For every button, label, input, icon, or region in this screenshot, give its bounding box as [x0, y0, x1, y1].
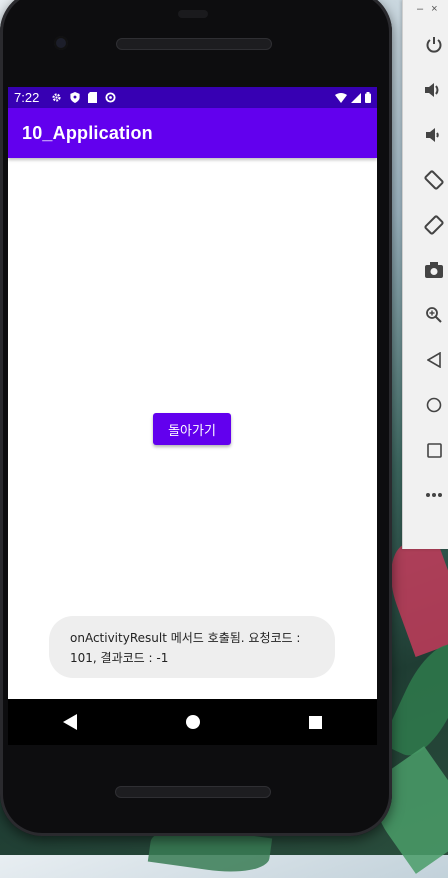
minimize-button[interactable]: – — [417, 3, 423, 15]
home-icon[interactable] — [423, 394, 445, 416]
recents-icon[interactable] — [309, 715, 323, 729]
cellular-signal-icon — [351, 92, 361, 103]
zoom-icon[interactable] — [423, 304, 445, 326]
back-icon[interactable] — [62, 714, 77, 730]
top-speaker-grille — [116, 38, 272, 50]
power-icon[interactable] — [423, 34, 445, 56]
app-title: 10_Application — [22, 122, 153, 143]
front-camera-icon — [54, 36, 68, 50]
status-time: 7:22 — [14, 90, 40, 105]
rotate-left-icon[interactable] — [423, 169, 445, 191]
shield-icon — [70, 92, 80, 103]
earpiece — [178, 10, 208, 18]
go-back-button[interactable]: 돌아가기 — [153, 413, 231, 445]
close-button[interactable]: × — [431, 3, 437, 15]
volume-up-icon[interactable] — [423, 79, 445, 101]
volume-down-icon[interactable] — [423, 124, 445, 146]
settings-icon — [52, 93, 61, 102]
device-screen: 7:22 10_Application 돌아가기 onActivityResul… — [8, 87, 377, 699]
back-icon[interactable] — [423, 349, 445, 371]
app-bar: 10_Application — [8, 108, 377, 158]
camera-icon[interactable] — [423, 259, 445, 281]
more-icon[interactable] — [423, 484, 445, 506]
battery-icon — [365, 92, 371, 103]
emulator-toolbar: – × — [402, 0, 448, 549]
overview-icon[interactable] — [423, 439, 445, 461]
data-saver-icon — [105, 92, 116, 103]
home-icon[interactable] — [185, 715, 200, 729]
status-bar: 7:22 — [8, 87, 377, 108]
toast-message: onActivityResult 메서드 호출됨. 요청코드 : 101, 결과… — [49, 616, 335, 678]
system-navigation-bar — [8, 699, 377, 745]
wifi-icon — [335, 92, 347, 103]
sd-card-icon — [88, 92, 98, 103]
rotate-right-icon[interactable] — [423, 214, 445, 236]
bottom-speaker-grille — [115, 786, 271, 798]
